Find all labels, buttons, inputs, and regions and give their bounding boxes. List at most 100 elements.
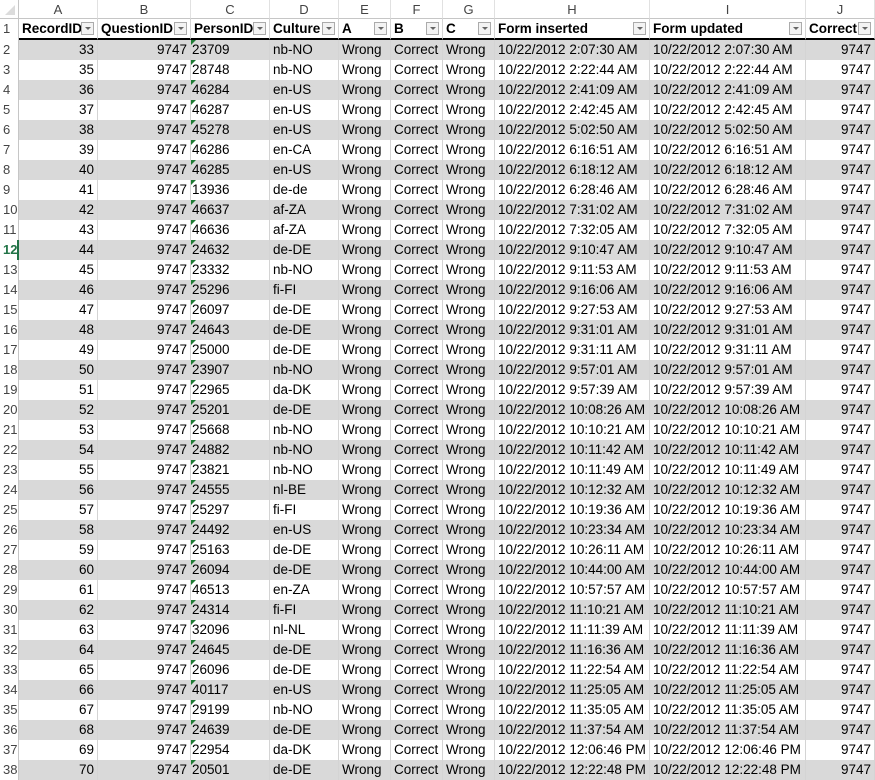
filter-dropdown-icon[interactable] (322, 22, 335, 35)
cell-f[interactable]: Correct (391, 760, 443, 780)
cell-a[interactable]: 56 (19, 480, 98, 500)
cell-e[interactable]: Wrong (339, 260, 391, 280)
cell-f[interactable]: Correct (391, 500, 443, 520)
cell-c[interactable]: 23907 (191, 360, 270, 380)
cell-a[interactable]: 54 (19, 440, 98, 460)
cell-j[interactable]: 9747 (806, 40, 875, 60)
cell-j[interactable]: 9747 (806, 580, 875, 600)
cell-d[interactable]: fi-FI (270, 600, 339, 620)
cell-d[interactable]: nb-NO (270, 420, 339, 440)
cell-a[interactable]: 66 (19, 680, 98, 700)
cell-h[interactable]: 10/22/2012 10:19:36 AM (495, 500, 650, 520)
cell-e[interactable]: Wrong (339, 740, 391, 760)
column-header-J[interactable]: J (806, 0, 875, 19)
cell-g[interactable]: Wrong (443, 280, 495, 300)
cell-g[interactable]: Wrong (443, 40, 495, 60)
cell-h[interactable]: 10/22/2012 12:06:46 PM (495, 740, 650, 760)
cell-b[interactable]: 9747 (98, 680, 191, 700)
cell-f[interactable]: Correct (391, 300, 443, 320)
cell-a[interactable]: 42 (19, 200, 98, 220)
cell-i[interactable]: 10/22/2012 5:02:50 AM (650, 120, 806, 140)
cell-j[interactable]: 9747 (806, 420, 875, 440)
cell-a[interactable]: 67 (19, 700, 98, 720)
cell-f[interactable]: Correct (391, 340, 443, 360)
cell-a[interactable]: 49 (19, 340, 98, 360)
cell-c[interactable]: 25201 (191, 400, 270, 420)
cell-i[interactable]: 10/22/2012 11:11:39 AM (650, 620, 806, 640)
cell-h[interactable]: 10/22/2012 11:10:21 AM (495, 600, 650, 620)
filter-dropdown-icon[interactable] (858, 22, 871, 35)
cell-f[interactable]: Correct (391, 740, 443, 760)
row-header[interactable]: 7 (0, 140, 19, 160)
cell-a[interactable]: 51 (19, 380, 98, 400)
cell-a[interactable]: 65 (19, 660, 98, 680)
cell-h[interactable]: 10/22/2012 7:32:05 AM (495, 220, 650, 240)
cell-d[interactable]: nl-BE (270, 480, 339, 500)
cell-a[interactable]: 45 (19, 260, 98, 280)
cell-h[interactable]: 10/22/2012 9:10:47 AM (495, 240, 650, 260)
cell-i[interactable]: 10/22/2012 11:22:54 AM (650, 660, 806, 680)
cell-c[interactable]: 24314 (191, 600, 270, 620)
row-header[interactable]: 31 (0, 620, 19, 640)
cell-c[interactable]: 13936 (191, 180, 270, 200)
cell-g[interactable]: Wrong (443, 540, 495, 560)
cell-i[interactable]: 10/22/2012 10:11:42 AM (650, 440, 806, 460)
cell-j[interactable]: 9747 (806, 100, 875, 120)
cell-e[interactable]: Wrong (339, 80, 391, 100)
cell-b[interactable]: 9747 (98, 60, 191, 80)
filter-dropdown-icon[interactable] (253, 22, 266, 35)
row-header[interactable]: 24 (0, 480, 19, 500)
cell-g[interactable]: Wrong (443, 100, 495, 120)
cell-a[interactable]: 61 (19, 580, 98, 600)
cell-g[interactable]: Wrong (443, 380, 495, 400)
cell-h[interactable]: 10/22/2012 9:11:53 AM (495, 260, 650, 280)
cell-h[interactable]: 10/22/2012 9:31:11 AM (495, 340, 650, 360)
cell-i[interactable]: 10/22/2012 9:10:47 AM (650, 240, 806, 260)
cell-a[interactable]: 48 (19, 320, 98, 340)
filter-dropdown-icon[interactable] (789, 22, 802, 35)
cell-c[interactable]: 45278 (191, 120, 270, 140)
cell-a[interactable]: 57 (19, 500, 98, 520)
cell-j[interactable]: 9747 (806, 200, 875, 220)
cell-a[interactable]: 63 (19, 620, 98, 640)
cell-d[interactable]: de-DE (270, 720, 339, 740)
cell-a[interactable]: 53 (19, 420, 98, 440)
cell-d[interactable]: de-DE (270, 660, 339, 680)
filter-dropdown-icon[interactable] (633, 22, 646, 35)
cell-e[interactable]: Wrong (339, 560, 391, 580)
cell-e[interactable]: Wrong (339, 420, 391, 440)
cell-f[interactable]: Correct (391, 320, 443, 340)
column-header-B[interactable]: B (98, 0, 191, 19)
filter-dropdown-icon[interactable] (374, 22, 387, 35)
cell-d[interactable]: fi-FI (270, 280, 339, 300)
cell-d[interactable]: de-DE (270, 640, 339, 660)
header-cell-personid[interactable]: PersonID (191, 19, 270, 40)
cell-d[interactable]: en-US (270, 520, 339, 540)
row-header[interactable]: 9 (0, 180, 19, 200)
cell-e[interactable]: Wrong (339, 680, 391, 700)
cell-h[interactable]: 10/22/2012 12:22:48 PM (495, 760, 650, 780)
cell-h[interactable]: 10/22/2012 10:23:34 AM (495, 520, 650, 540)
cell-b[interactable]: 9747 (98, 300, 191, 320)
cell-g[interactable]: Wrong (443, 260, 495, 280)
cell-d[interactable]: en-US (270, 100, 339, 120)
cell-h[interactable]: 10/22/2012 10:08:26 AM (495, 400, 650, 420)
cell-g[interactable]: Wrong (443, 160, 495, 180)
cell-b[interactable]: 9747 (98, 380, 191, 400)
cell-e[interactable]: Wrong (339, 760, 391, 780)
cell-e[interactable]: Wrong (339, 60, 391, 80)
cell-a[interactable]: 70 (19, 760, 98, 780)
cell-f[interactable]: Correct (391, 180, 443, 200)
cell-i[interactable]: 10/22/2012 6:28:46 AM (650, 180, 806, 200)
cell-g[interactable]: Wrong (443, 500, 495, 520)
cell-g[interactable]: Wrong (443, 460, 495, 480)
cell-i[interactable]: 10/22/2012 11:37:54 AM (650, 720, 806, 740)
row-header[interactable]: 37 (0, 740, 19, 760)
cell-c[interactable]: 25296 (191, 280, 270, 300)
cell-h[interactable]: 10/22/2012 6:18:12 AM (495, 160, 650, 180)
cell-b[interactable]: 9747 (98, 760, 191, 780)
cell-c[interactable]: 20501 (191, 760, 270, 780)
row-header[interactable]: 10 (0, 200, 19, 220)
cell-c[interactable]: 29199 (191, 700, 270, 720)
cell-f[interactable]: Correct (391, 260, 443, 280)
